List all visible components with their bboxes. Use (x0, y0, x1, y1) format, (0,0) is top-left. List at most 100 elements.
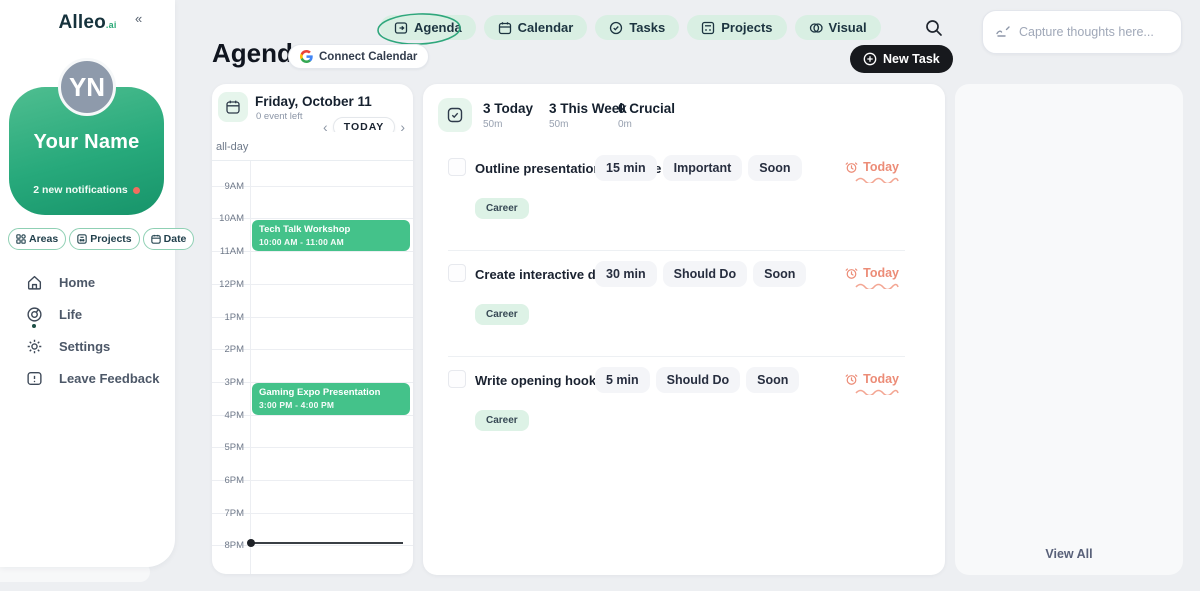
plus-circle-icon (863, 52, 877, 66)
hour-label: 4PM (212, 410, 244, 421)
capture-thoughts-input[interactable] (1019, 25, 1169, 39)
filter-projects[interactable]: Projects (69, 228, 139, 250)
squiggle-underline (855, 283, 899, 289)
task-separator (448, 356, 905, 357)
urgency-chip[interactable]: Soon (753, 261, 806, 287)
stat-today-count: 3 Today (483, 101, 533, 116)
sidebar-item-settings[interactable]: Settings (26, 330, 159, 362)
due-badge[interactable]: Today (845, 160, 899, 174)
task-chips: 30 min Should Do Soon (595, 261, 806, 287)
filter-date[interactable]: Date (143, 228, 195, 250)
sidebar-item-settings-label: Settings (59, 339, 110, 354)
notification-dot (133, 187, 140, 194)
calendar-event[interactable]: Tech Talk Workshop 10:00 AM - 11:00 AM (252, 220, 410, 251)
stat-this-week: 3 This Week 50m (549, 101, 627, 130)
due-badge[interactable]: Today (845, 266, 899, 280)
app-logo: Alleo.ai (0, 12, 175, 34)
filter-row: Areas Projects Date (8, 228, 194, 250)
hour-label: 3PM (212, 377, 244, 388)
sidebar-item-feedback[interactable]: Leave Feedback (26, 362, 159, 394)
calendar-date-title: Friday, October 11 (255, 94, 372, 109)
hour-label: 1PM (212, 312, 244, 323)
tasks-panel: 3 Today 50m 3 This Week 50m 0 Crucial 0m… (423, 84, 945, 575)
avatar[interactable]: YN (58, 58, 116, 116)
tab-projects[interactable]: Projects (687, 15, 786, 40)
tasks-icon (609, 21, 623, 35)
tasks-header-iconbox (438, 98, 472, 132)
tab-visual[interactable]: Visual (795, 15, 881, 40)
current-time-indicator[interactable] (250, 542, 403, 544)
stat-crucial: 0 Crucial 0m (618, 101, 675, 130)
collapse-sidebar-icon[interactable]: « (135, 11, 142, 26)
task-checkbox[interactable] (448, 264, 466, 282)
event-title: Gaming Expo Presentation (259, 387, 403, 398)
priority-chip[interactable]: Should Do (656, 367, 741, 393)
duration-chip[interactable]: 30 min (595, 261, 657, 287)
life-icon (26, 306, 43, 323)
hour-label: 12PM (212, 279, 244, 290)
sidebar-item-life[interactable]: Life (26, 298, 159, 330)
all-day-label: all-day (216, 141, 248, 153)
capture-thoughts-box (982, 10, 1182, 54)
task-chips: 15 min Important Soon (595, 155, 802, 181)
sidebar-item-feedback-label: Leave Feedback (59, 371, 159, 386)
new-task-button[interactable]: New Task (850, 45, 953, 73)
feedback-icon (26, 370, 43, 387)
event-time: 10:00 AM - 11:00 AM (259, 237, 403, 247)
task-checkbox[interactable] (448, 158, 466, 176)
task-tag[interactable]: Career (475, 410, 529, 431)
tab-agenda-label: Agenda (414, 20, 462, 35)
hour-label: 6PM (212, 475, 244, 486)
duration-chip[interactable]: 15 min (595, 155, 657, 181)
sidebar: Alleo.ai « YN Your Name 2 new notificati… (0, 0, 175, 567)
agenda-icon (394, 21, 408, 35)
sidebar-item-home[interactable]: Home (26, 266, 159, 298)
filter-areas[interactable]: Areas (8, 228, 66, 250)
tab-tasks[interactable]: Tasks (595, 15, 679, 40)
tab-agenda[interactable]: Agenda (380, 15, 476, 40)
connect-calendar-button[interactable]: Connect Calendar (288, 44, 429, 69)
priority-chip[interactable]: Should Do (663, 261, 748, 287)
duration-chip[interactable]: 5 min (595, 367, 650, 393)
projects-icon (77, 234, 87, 244)
due-badge[interactable]: Today (845, 372, 899, 386)
hour-label: 2PM (212, 344, 244, 355)
task-chips: 5 min Should Do Soon (595, 367, 799, 393)
notifications-text[interactable]: 2 new notifications (9, 184, 164, 196)
tab-calendar[interactable]: Calendar (484, 15, 588, 40)
task-title[interactable]: Write opening hook (475, 373, 596, 388)
task-checkbox[interactable] (448, 370, 466, 388)
calendar-event[interactable]: Gaming Expo Presentation 3:00 PM - 4:00 … (252, 383, 410, 415)
alarm-icon (845, 373, 858, 386)
urgency-chip[interactable]: Soon (748, 155, 801, 181)
areas-icon (16, 234, 26, 244)
hour-label: 9AM (212, 181, 244, 192)
task-tag[interactable]: Career (475, 304, 529, 325)
filter-areas-label: Areas (29, 233, 58, 245)
gear-icon (26, 338, 43, 355)
filter-projects-label: Projects (90, 233, 131, 245)
task-row: Create interactive demo 30 min Should Do… (423, 258, 945, 364)
search-icon[interactable] (924, 18, 944, 38)
logo-suffix: .ai (106, 20, 117, 30)
event-time: 3:00 PM - 4:00 PM (259, 400, 403, 410)
priority-chip[interactable]: Important (663, 155, 743, 181)
hour-label: 5PM (212, 442, 244, 453)
stat-crucial-time: 0m (618, 119, 675, 130)
task-row: Write opening hook 5 min Should Do Soon … (423, 364, 945, 470)
calendar-icon (498, 21, 512, 35)
tab-calendar-label: Calendar (518, 20, 574, 35)
view-all-link[interactable]: View All (955, 547, 1183, 561)
event-title: Tech Talk Workshop (259, 224, 403, 235)
user-name: Your Name (9, 131, 164, 154)
hour-label: 11AM (212, 246, 244, 257)
calendar-header-iconbox (218, 92, 248, 122)
stat-this-week-count: 3 This Week (549, 101, 627, 116)
scribble-icon (995, 25, 1011, 39)
task-tag[interactable]: Career (475, 198, 529, 219)
sidebar-menu: Home Life Settings Leave Feedback (26, 266, 159, 394)
stat-today-time: 50m (483, 119, 533, 130)
new-task-label: New Task (883, 52, 940, 66)
urgency-chip[interactable]: Soon (746, 367, 799, 393)
alarm-icon (845, 267, 858, 280)
